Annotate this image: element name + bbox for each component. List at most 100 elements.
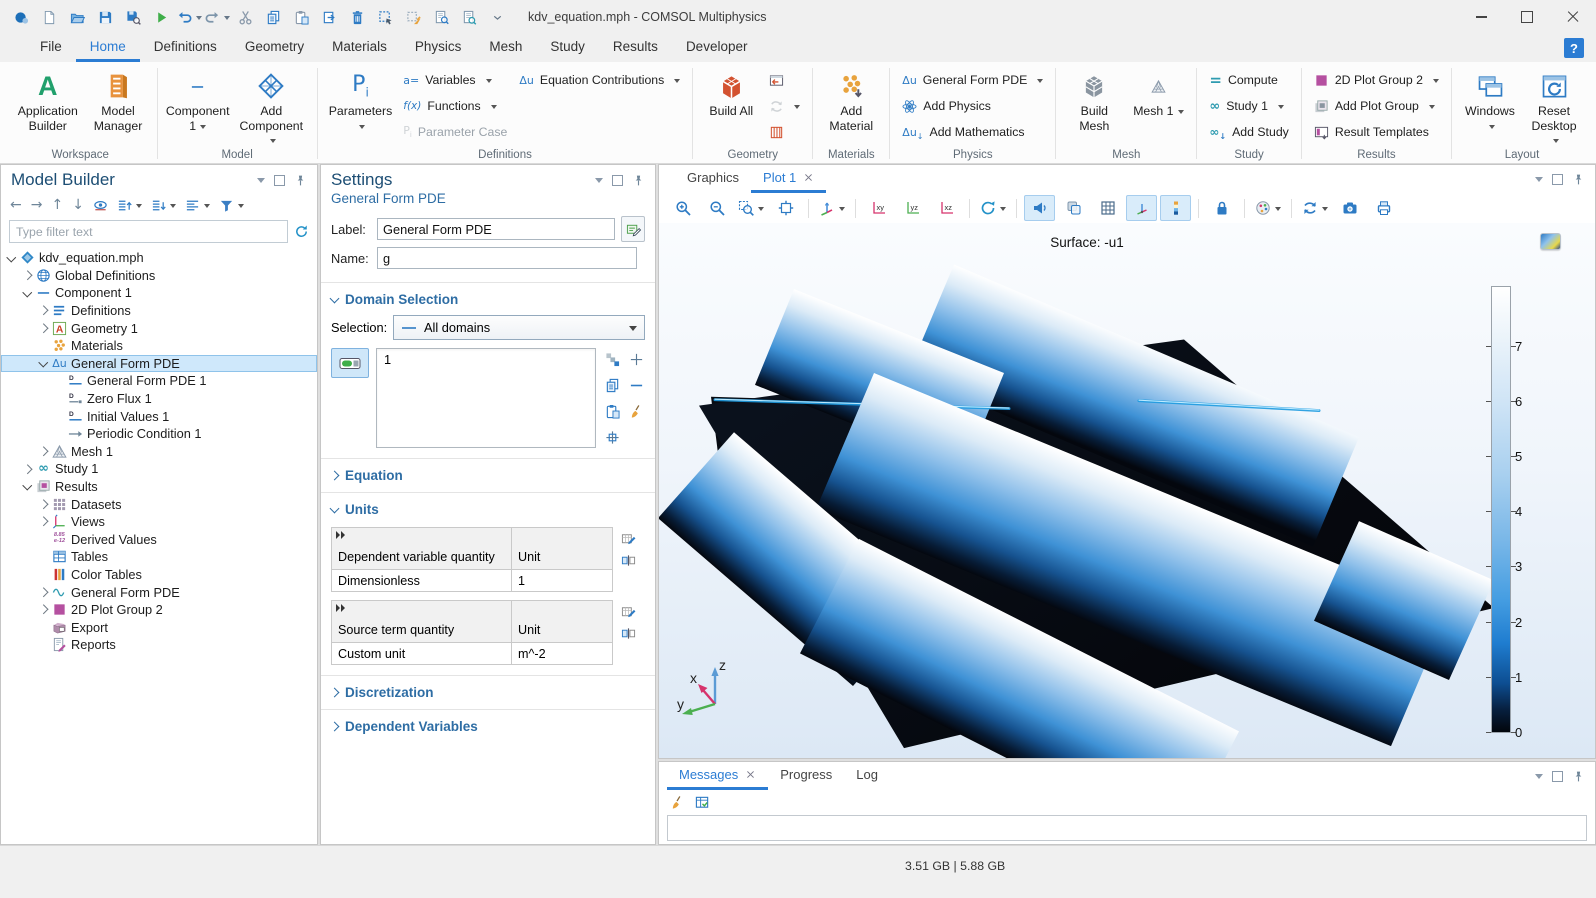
chevron-down-icon[interactable] <box>37 361 50 366</box>
change-unit-icon[interactable] <box>621 553 636 568</box>
ribbon-mesh-1-button[interactable]: Mesh 1 <box>1127 66 1189 119</box>
clear-selection-icon[interactable] <box>627 402 645 420</box>
move-down-button[interactable]: ↓ <box>71 195 85 215</box>
grid-btn-button[interactable] <box>1092 195 1123 221</box>
colormap-button[interactable] <box>1540 233 1561 250</box>
paste-button[interactable] <box>288 4 314 30</box>
lock-button[interactable] <box>1206 195 1237 221</box>
tree-item-general-form-pde[interactable]: ΔuGeneral Form PDE <box>1 355 317 373</box>
chevron-down-icon[interactable] <box>21 484 34 489</box>
expand-header-icon[interactable] <box>336 604 346 612</box>
menu-tab-definitions[interactable]: Definitions <box>140 34 231 62</box>
view-xy-button[interactable]: xy <box>863 195 894 221</box>
zoom-to-selection-icon[interactable] <box>603 428 621 446</box>
ribbon-variables-button[interactable]: a=Variables <box>398 67 512 93</box>
unit-cell[interactable]: m^-2 <box>512 643 613 665</box>
ribbon-2d-plot-group-2-button[interactable]: 2D Plot Group 2 <box>1309 67 1444 93</box>
view-xz-button[interactable]: xz <box>931 195 962 221</box>
menu-tab-home[interactable]: Home <box>76 34 140 62</box>
tree-item-2d-plot-group-2[interactable]: 2D Plot Group 2 <box>1 601 317 619</box>
ribbon-application-builder-button[interactable]: AApplication Builder <box>11 66 85 133</box>
select-button[interactable] <box>372 4 398 30</box>
tree-item-kdv-equation-mph[interactable]: kdv_equation.mph <box>1 249 317 267</box>
filter-input[interactable] <box>9 220 288 243</box>
section-units[interactable]: Units <box>321 495 655 524</box>
tree-item-mesh-1[interactable]: Mesh 1 <box>1 443 317 461</box>
copy-button[interactable] <box>260 4 286 30</box>
search-doc-button[interactable] <box>456 4 482 30</box>
close-button[interactable] <box>1550 0 1596 34</box>
chevron-right-icon[interactable] <box>37 307 50 314</box>
go-back-button[interactable]: ← <box>9 195 23 215</box>
edit-quantity-icon[interactable] <box>621 531 636 546</box>
active-selection-toggle[interactable] <box>331 348 369 378</box>
run-button[interactable] <box>148 4 174 30</box>
palette-button[interactable] <box>1252 195 1284 221</box>
ribbon-insert-sequence-button[interactable] <box>764 67 805 93</box>
ribbon-model-manager-button[interactable]: Model Manager <box>87 66 150 133</box>
expand-header-icon[interactable] <box>336 531 346 539</box>
tab-messages[interactable]: Messages <box>667 762 768 790</box>
chevron-right-icon[interactable] <box>37 606 50 613</box>
refresh-icon[interactable] <box>294 224 309 239</box>
ribbon-add-material-button[interactable]: Add Material <box>820 66 882 133</box>
expand-all-button[interactable] <box>116 195 143 215</box>
tree-item-materials[interactable]: Materials <box>1 337 317 355</box>
open-button[interactable] <box>64 4 90 30</box>
messages-output[interactable] <box>667 815 1587 841</box>
undo-button[interactable] <box>176 4 202 30</box>
chevron-down-icon[interactable] <box>21 291 34 296</box>
section-dependent-variables[interactable]: Dependent Variables <box>321 712 655 741</box>
deselect-button[interactable] <box>400 4 426 30</box>
tree-item-definitions[interactable]: Definitions <box>1 302 317 320</box>
ribbon-add-study-button[interactable]: ∞↓Add Study <box>1204 119 1293 145</box>
edit-quantity-icon[interactable] <box>621 604 636 619</box>
menu-tab-geometry[interactable]: Geometry <box>231 34 318 62</box>
refresh-update-button[interactable] <box>1299 195 1331 221</box>
tab-plot-1[interactable]: Plot 1 <box>751 165 826 193</box>
panel-menu-icon[interactable] <box>257 178 265 187</box>
change-unit-icon[interactable] <box>621 626 636 641</box>
duplicate-button[interactable] <box>316 4 342 30</box>
menu-tab-mesh[interactable]: Mesh <box>475 34 536 62</box>
ribbon-functions-button[interactable]: f(x)Functions <box>398 93 512 119</box>
ribbon-update-button[interactable] <box>764 93 805 119</box>
pin-icon[interactable] <box>1572 770 1585 783</box>
tree-item-datasets[interactable]: Datasets <box>1 495 317 513</box>
clear-broom-button[interactable] <box>669 792 686 812</box>
tree-item-general-form-pde-1[interactable]: DGeneral Form PDE 1 <box>1 372 317 390</box>
show-button[interactable] <box>92 195 109 215</box>
zoom-extents-button[interactable] <box>770 195 801 221</box>
section-equation[interactable]: Equation <box>321 461 655 490</box>
maximize-button[interactable] <box>1504 0 1550 34</box>
tab-progress[interactable]: Progress <box>768 762 844 790</box>
paste-selection-icon[interactable] <box>603 402 621 420</box>
cut-button[interactable] <box>232 4 258 30</box>
move-up-button[interactable]: ↑ <box>50 195 64 215</box>
panel-float-icon[interactable] <box>274 175 285 186</box>
ribbon-add-plot-group-button[interactable]: Add Plot Group <box>1309 93 1444 119</box>
delete-button[interactable] <box>344 4 370 30</box>
name-field[interactable] <box>377 247 637 269</box>
tree-item-zero-flux-1[interactable]: DZero Flux 1 <box>1 390 317 408</box>
ribbon-parameter-case-button[interactable]: PiParameter Case <box>398 119 512 145</box>
zoom-in-button[interactable] <box>667 195 698 221</box>
printer-button[interactable] <box>1368 195 1399 221</box>
close-tab-icon[interactable] <box>745 769 756 780</box>
app-logo-button[interactable] <box>8 4 34 30</box>
more-chevron-button[interactable] <box>484 4 510 30</box>
tree-item-tables[interactable]: Tables <box>1 548 317 566</box>
tree-item-results[interactable]: Results <box>1 478 317 496</box>
ribbon-equation-contributions-button[interactable]: ΔuEquation Contributions <box>514 67 685 93</box>
panel-menu-icon[interactable] <box>1535 177 1543 186</box>
tree-item-derived-values[interactable]: 8.85e-12Derived Values <box>1 531 317 549</box>
rotate-button[interactable] <box>977 195 1009 221</box>
selection-list[interactable]: 1 <box>376 348 596 448</box>
panel-float-icon[interactable] <box>1552 771 1563 782</box>
menu-tab-developer[interactable]: Developer <box>672 34 762 62</box>
menu-tab-file[interactable]: File <box>26 34 76 62</box>
tree-item-color-tables[interactable]: Color Tables <box>1 566 317 584</box>
tree-item-initial-values-1[interactable]: DInitial Values 1 <box>1 407 317 425</box>
transparency-button[interactable] <box>1058 195 1089 221</box>
close-tab-icon[interactable] <box>803 172 814 183</box>
